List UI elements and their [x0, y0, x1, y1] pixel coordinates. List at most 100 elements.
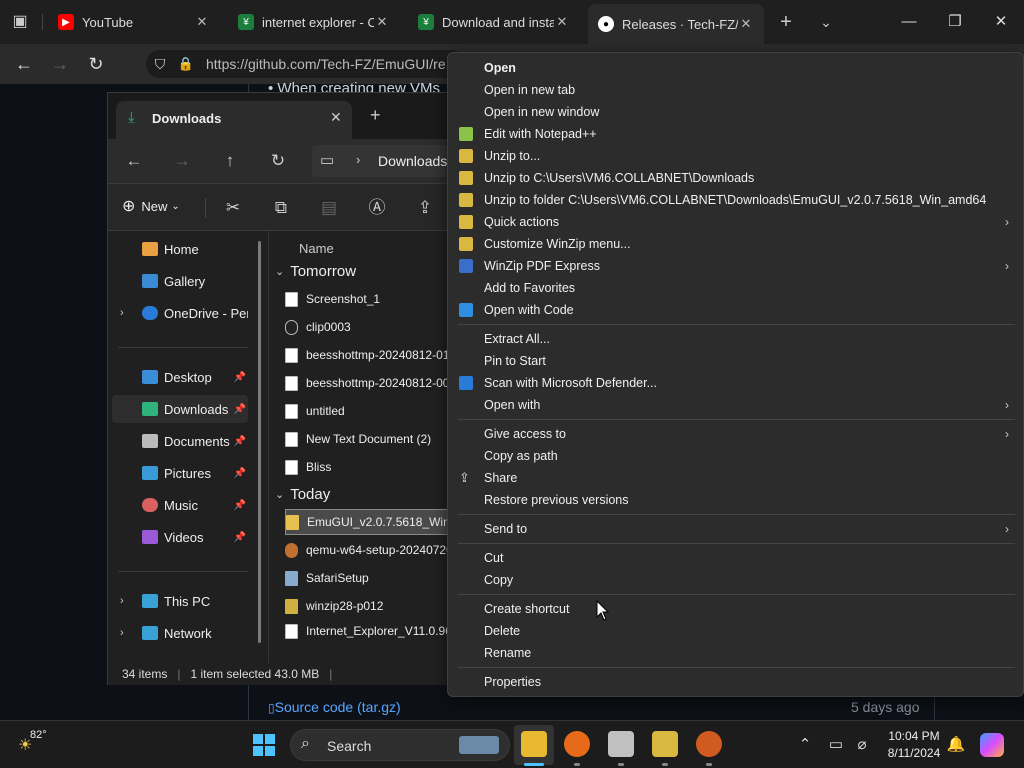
- winzip-icon[interactable]: [652, 731, 678, 757]
- sidebar-item-pictures[interactable]: Pictures 📌: [112, 459, 248, 487]
- file-row-selected[interactable]: EmuGUI_v2.0.7.5618_Win_a: [285, 509, 455, 535]
- menu-item-send-to[interactable]: Send to ›: [452, 518, 1019, 540]
- menu-item-quick-actions[interactable]: Quick actions ›: [452, 211, 1019, 233]
- menu-item-unzip-to-c-users-vm6-collabnet-downloads[interactable]: Unzip to C:\Users\VM6.COLLABNET\Download…: [452, 167, 1019, 189]
- sidebar-item-this-pc[interactable]: › This PC: [112, 587, 248, 615]
- source-code-link[interactable]: ▯Source code (tar.gz): [268, 699, 401, 715]
- taskbar-search[interactable]: ⌕ Search: [290, 729, 510, 761]
- file-row[interactable]: Bliss: [285, 454, 455, 480]
- explorer-tab-downloads[interactable]: ⤓ Downloads ✕: [116, 101, 352, 139]
- file-row[interactable]: clip0003: [285, 314, 455, 340]
- chevron-right-icon[interactable]: ›: [120, 627, 124, 639]
- new-tab-button[interactable]: +: [774, 10, 798, 34]
- network-disconnected-icon[interactable]: ⌀: [852, 735, 872, 753]
- refresh-icon[interactable]: ↻: [266, 149, 290, 173]
- menu-item-delete[interactable]: Delete: [452, 620, 1019, 642]
- bell-icon[interactable]: 🔔: [946, 735, 966, 753]
- file-row[interactable]: Internet_Explorer_V11.0.960: [285, 621, 455, 641]
- column-header-name[interactable]: Name: [299, 241, 334, 256]
- clock-date[interactable]: 8/11/2024: [880, 746, 948, 760]
- cut-icon[interactable]: ✂: [221, 196, 245, 220]
- file-row[interactable]: untitled: [285, 398, 455, 424]
- menu-item-copy[interactable]: Copy: [452, 569, 1019, 591]
- menu-item-open-with[interactable]: Open with ›: [452, 394, 1019, 416]
- sidebar-scrollbar[interactable]: [258, 241, 261, 643]
- menu-item-cut[interactable]: Cut: [452, 547, 1019, 569]
- tab-internet-explorer[interactable]: ¥ internet explorer - CNE ✕: [228, 6, 400, 38]
- url-text[interactable]: https://github.com/Tech-FZ/EmuGUI/re: [206, 56, 446, 72]
- close-icon[interactable]: ✕: [738, 16, 754, 32]
- new-button[interactable]: ⊕ New ⌄: [122, 196, 180, 216]
- close-icon[interactable]: ✕: [554, 14, 570, 30]
- group-header-tomorrow[interactable]: ⌄ Tomorrow: [275, 263, 356, 280]
- copilot-icon[interactable]: [980, 733, 1004, 757]
- address-crumb[interactable]: Downloads: [378, 153, 447, 169]
- file-row[interactable]: beesshottmp-20240812-009: [285, 370, 455, 396]
- menu-item-unzip-to[interactable]: Unzip to...: [452, 145, 1019, 167]
- tab-download-installation[interactable]: ¥ Download and installati ✕: [408, 6, 580, 38]
- tab-actions-icon[interactable]: ▣: [8, 10, 32, 34]
- source-link-label[interactable]: Source code (tar.gz): [275, 699, 401, 715]
- qemu-icon[interactable]: [696, 731, 722, 757]
- menu-item-create-shortcut[interactable]: Create shortcut: [452, 598, 1019, 620]
- explorer-address-bar[interactable]: ▭ › Downloads: [312, 145, 452, 177]
- sidebar-item-documents[interactable]: Documents 📌: [112, 427, 248, 455]
- file-row[interactable]: winzip28-p012: [285, 593, 455, 619]
- menu-item-edit-with-notepad[interactable]: Edit with Notepad++: [452, 123, 1019, 145]
- rename-icon[interactable]: Ⓐ: [365, 196, 389, 220]
- group-header-today[interactable]: ⌄ Today: [275, 486, 330, 503]
- sidebar-item-videos[interactable]: Videos 📌: [112, 523, 248, 551]
- file-row[interactable]: beesshottmp-20240812-012: [285, 342, 455, 368]
- tab-releases[interactable]: ● Releases · Tech-FZ/Em ✕: [588, 4, 764, 44]
- forward-arrow-icon[interactable]: →: [46, 52, 74, 76]
- sidebar-item-desktop[interactable]: Desktop 📌: [112, 363, 248, 391]
- menu-item-customize-winzip-menu[interactable]: Customize WinZip menu...: [452, 233, 1019, 255]
- forward-arrow-icon[interactable]: →: [170, 149, 194, 173]
- up-arrow-icon[interactable]: ↑: [218, 149, 242, 173]
- menu-item-unzip-to-folder-c-users-vm6-collabnet-do[interactable]: Unzip to folder C:\Users\VM6.COLLABNET\D…: [452, 189, 1019, 211]
- menu-item-properties[interactable]: Properties: [452, 671, 1019, 693]
- close-icon[interactable]: ✕: [194, 14, 210, 30]
- start-button[interactable]: [252, 733, 276, 757]
- lock-icon[interactable]: 🔒: [172, 52, 200, 76]
- close-icon[interactable]: ✕: [330, 109, 342, 126]
- share-icon[interactable]: ⇪: [413, 196, 437, 220]
- chevron-right-icon[interactable]: ›: [120, 307, 124, 319]
- menu-item-scan-with-microsoft-defender[interactable]: Scan with Microsoft Defender...: [452, 372, 1019, 394]
- copy-icon[interactable]: ⧉: [269, 196, 293, 220]
- file-row[interactable]: Screenshot_1: [285, 286, 455, 312]
- tab-youtube[interactable]: ▶ YouTube ✕: [48, 6, 220, 38]
- file-row[interactable]: New Text Document (2): [285, 426, 455, 452]
- menu-item-winzip-pdf-express[interactable]: WinZip PDF Express ›: [452, 255, 1019, 277]
- reload-icon[interactable]: ↻: [82, 52, 110, 76]
- close-window-button[interactable]: ✕: [978, 8, 1024, 36]
- display-icon[interactable]: ▭: [826, 735, 846, 753]
- menu-item-give-access-to[interactable]: Give access to ›: [452, 423, 1019, 445]
- menu-item-open-in-new-window[interactable]: Open in new window: [452, 101, 1019, 123]
- sidebar-item-network[interactable]: › Network: [112, 619, 248, 647]
- paste-icon[interactable]: ▤: [317, 196, 341, 220]
- sidebar-item-music[interactable]: Music 📌: [112, 491, 248, 519]
- sidebar-item-onedrive[interactable]: › OneDrive - Perso: [112, 299, 248, 327]
- menu-item-rename[interactable]: Rename: [452, 642, 1019, 664]
- file-row[interactable]: qemu-w64-setup-20240720: [285, 537, 455, 563]
- menu-item-extract-all[interactable]: Extract All...: [452, 328, 1019, 350]
- new-tab-button[interactable]: +: [370, 105, 381, 126]
- sidebar-item-downloads[interactable]: Downloads 📌: [112, 395, 248, 423]
- file-row[interactable]: SafariSetup: [285, 565, 455, 591]
- menu-item-open-in-new-tab[interactable]: Open in new tab: [452, 79, 1019, 101]
- shield-icon[interactable]: ⛉: [146, 52, 174, 76]
- chevron-right-icon[interactable]: ›: [120, 595, 124, 607]
- menu-item-copy-as-path[interactable]: Copy as path: [452, 445, 1019, 467]
- menu-item-open[interactable]: Open: [452, 57, 1019, 79]
- back-arrow-icon[interactable]: ←: [122, 149, 146, 173]
- sidebar-item-gallery[interactable]: Gallery: [112, 267, 248, 295]
- minimize-button[interactable]: —: [886, 8, 932, 36]
- snipping-tool-icon[interactable]: [608, 731, 634, 757]
- menu-item-open-with-code[interactable]: Open with Code: [452, 299, 1019, 321]
- sidebar-item-home[interactable]: Home: [112, 235, 248, 263]
- clock-time[interactable]: 10:04 PM: [884, 729, 944, 743]
- weather-temperature[interactable]: 82°: [30, 729, 47, 741]
- tab-list-chevron-icon[interactable]: ⌄: [814, 10, 838, 34]
- close-icon[interactable]: ✕: [374, 14, 390, 30]
